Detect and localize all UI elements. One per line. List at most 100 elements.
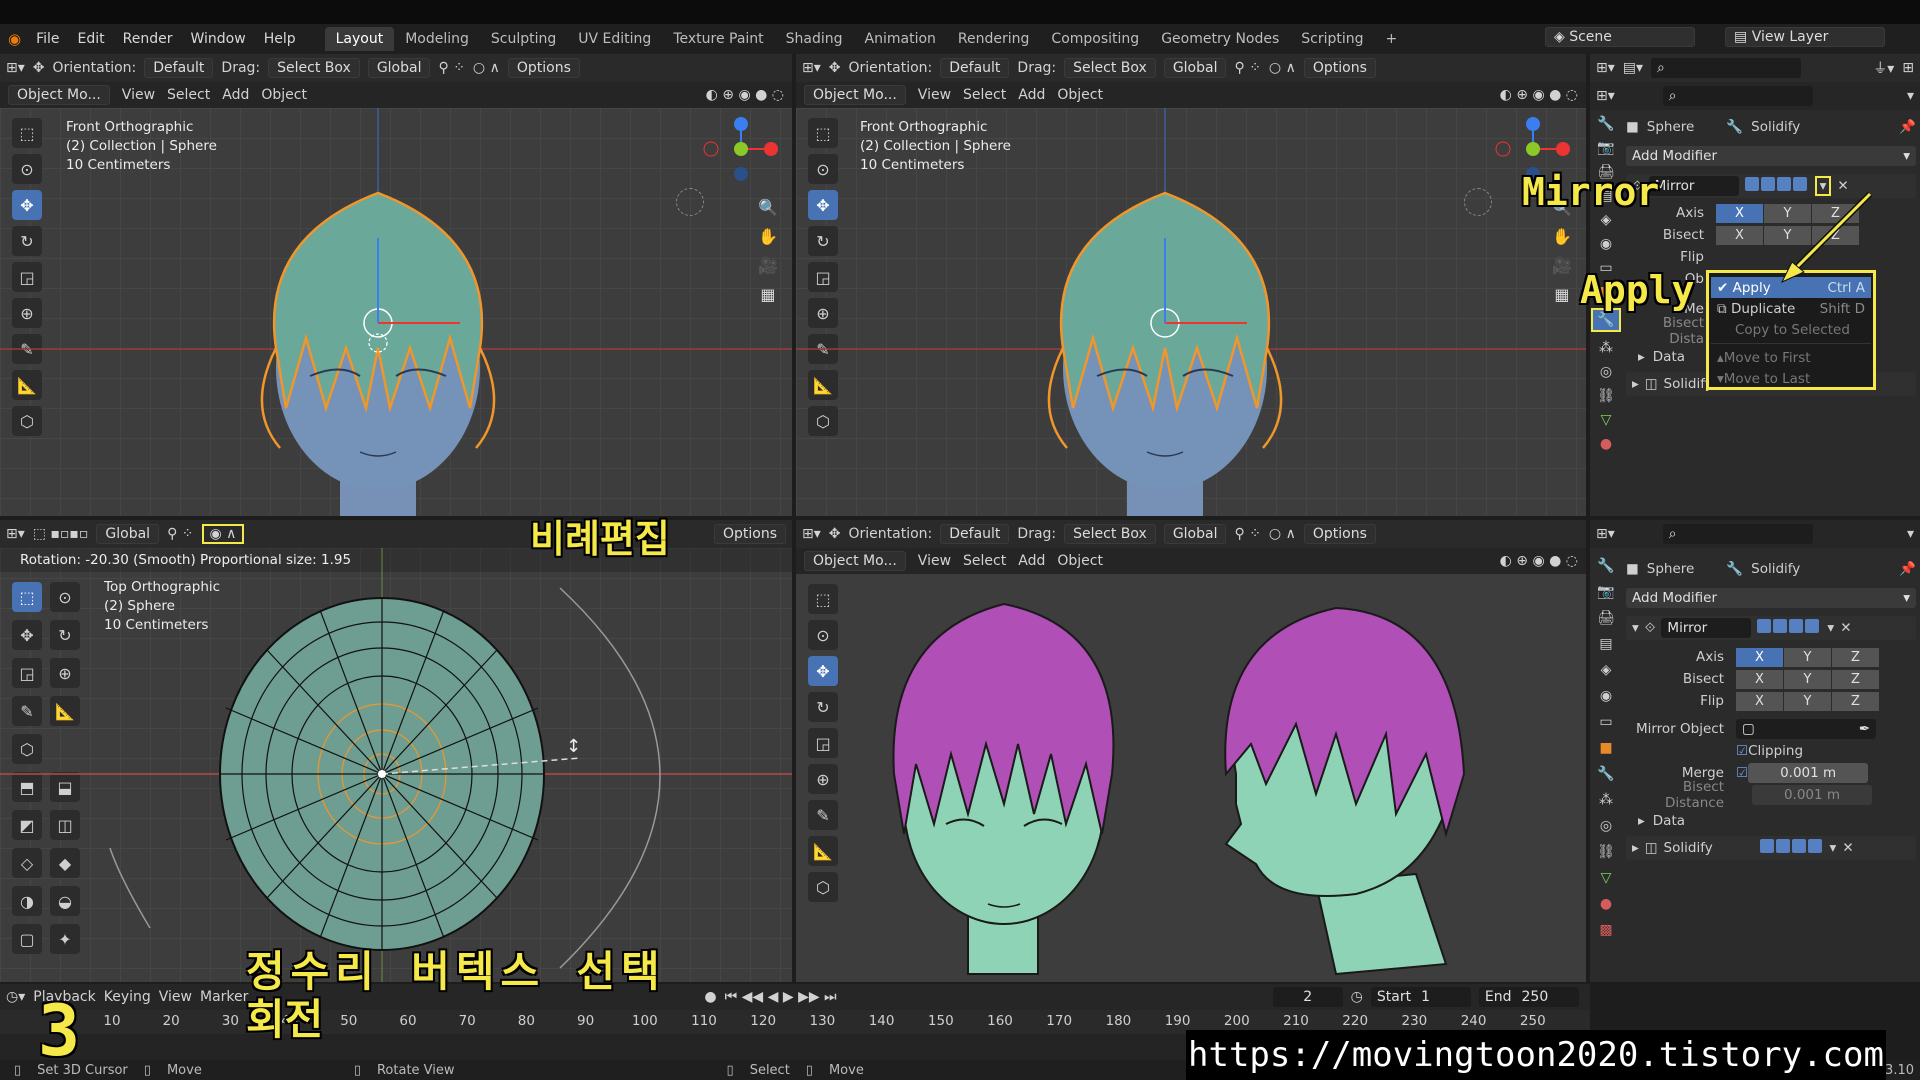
modifier-toggle-icons[interactable] — [1757, 619, 1821, 637]
clock-icon[interactable]: ◷ — [1351, 989, 1363, 1005]
editor-type-icon[interactable]: ⊞▾ — [6, 526, 25, 542]
record-icon[interactable]: ● — [704, 989, 716, 1005]
viewport-canvas[interactable]: Front Orthographic (2) Collection | Spher… — [796, 108, 1586, 516]
merge-distance-field[interactable]: 0.001 m — [1748, 763, 1869, 783]
mirror-object-field[interactable]: ▢ ✒ — [1736, 719, 1876, 739]
add-modifier-button[interactable]: Add Modifier ▾ — [1626, 588, 1916, 608]
constraints-tab-icon[interactable]: ⛓ — [1597, 388, 1615, 404]
particles-tab-icon[interactable]: ⁂ — [1599, 792, 1613, 808]
menu-object[interactable]: Object — [1057, 553, 1103, 569]
editor-type-icon[interactable]: ⊞▾ — [802, 60, 821, 76]
world-tab-icon[interactable]: ◉ — [1600, 688, 1612, 704]
proportional-icon[interactable]: ○ ∧ — [1269, 526, 1296, 542]
menu-object[interactable]: Object — [1057, 87, 1103, 103]
pin-icon[interactable]: 📌 — [1899, 561, 1916, 577]
editor-type-icon[interactable]: ⊞▾ — [802, 526, 821, 542]
proportional-icon[interactable]: ○ ∧ — [473, 60, 500, 76]
bisect-y-toggle[interactable]: Y — [1784, 669, 1832, 689]
axis-z-toggle[interactable]: Z — [1832, 647, 1880, 667]
menu-view[interactable]: View — [122, 87, 155, 103]
add-workspace-icon[interactable]: + — [1375, 27, 1409, 51]
playback-controls[interactable]: ⏮ ◀◀ ◀ ▶ ▶▶ ⏭ — [725, 989, 837, 1005]
particles-tab-icon[interactable]: ⁂ — [1599, 340, 1613, 356]
tab-geometry-nodes[interactable]: Geometry Nodes — [1150, 27, 1290, 51]
shading-mode-icons[interactable]: ◐ ⊕ ◉ ● ◌ — [706, 87, 784, 103]
select-mode-icons[interactable]: ⬚ ▪▫▪▫ — [33, 526, 89, 542]
viewport-bottom-right[interactable]: ⊞▾ ✥ Orientation: Default Drag: Select B… — [796, 520, 1586, 982]
viewport-canvas[interactable]: Front Orthographic (2) Collection | Spher… — [0, 108, 792, 516]
options-button[interactable]: Options — [713, 524, 786, 544]
tab-animation[interactable]: Animation — [854, 27, 947, 51]
drag-dropdown[interactable]: Select Box — [1064, 524, 1156, 544]
chevron-down-icon[interactable]: ▾ — [1827, 620, 1834, 636]
physics-tab-icon[interactable]: ◎ — [1600, 364, 1612, 380]
view-layer-tab-icon[interactable]: ▤ — [1599, 636, 1612, 652]
constraints-tab-icon[interactable]: ⛓ — [1597, 844, 1615, 860]
world-tab-icon[interactable]: ◉ — [1600, 236, 1612, 252]
chevron-right-icon[interactable]: ▸ — [1632, 376, 1639, 392]
data-subpanel[interactable]: Data — [1653, 813, 1685, 829]
editor-type-icon[interactable]: ◷▾ — [6, 989, 25, 1005]
menu-view[interactable]: View — [918, 87, 951, 103]
menu-add[interactable]: Add — [1018, 553, 1045, 569]
mirror-name-field[interactable]: Mirror — [1661, 618, 1752, 638]
search-icon[interactable]: ⌕ — [1662, 524, 1813, 544]
camera-icon[interactable]: 🎥 — [758, 256, 778, 275]
clipping-checkbox[interactable]: ☑ — [1736, 743, 1748, 759]
scene-tab-icon[interactable]: ◈ — [1601, 662, 1612, 678]
close-icon[interactable]: ✕ — [1842, 840, 1853, 856]
shading-mode-icons[interactable]: ◐ ⊕ ◉ ● ◌ — [1500, 553, 1578, 569]
filter-icon[interactable]: ⏚▾ — [1873, 58, 1894, 78]
orientation-dropdown[interactable]: Default — [144, 58, 214, 78]
viewport-top-right[interactable]: ⊞▾ ✥ Orientation: Default Drag: Select B… — [796, 54, 1586, 516]
material-tab-icon[interactable]: ● — [1600, 896, 1612, 912]
axis-x-toggle[interactable]: X — [1736, 647, 1784, 667]
menu-help[interactable]: Help — [255, 31, 305, 47]
modifier-toggle-icons[interactable] — [1759, 839, 1824, 857]
menu-view[interactable]: View — [159, 989, 192, 1005]
data-tab-icon[interactable]: ▽ — [1601, 870, 1612, 886]
chevron-right-icon[interactable]: ▸ — [1632, 840, 1639, 856]
snap-icon[interactable]: ⚲ ⁘ — [167, 526, 193, 542]
drag-dropdown[interactable]: Select Box — [1064, 58, 1156, 78]
tab-scripting[interactable]: Scripting — [1290, 27, 1374, 51]
transform-dropdown[interactable]: Global — [1163, 58, 1227, 78]
scene-tab-icon[interactable]: ◈ — [1601, 212, 1612, 228]
render-tab-icon[interactable]: 📷 — [1597, 140, 1614, 156]
menu-render[interactable]: Render — [114, 31, 182, 47]
menu-add[interactable]: Add — [1018, 87, 1045, 103]
menu-item-move-to-last[interactable]: ▾ Move to Last — [1711, 368, 1871, 389]
modifier-tab-icon[interactable]: 🔧 — [1597, 766, 1614, 782]
menu-marker[interactable]: Marker — [200, 989, 248, 1005]
editor-type-icon[interactable]: ⊞▾ — [1596, 88, 1615, 104]
tab-modeling[interactable]: Modeling — [394, 27, 480, 51]
bisect-x-toggle[interactable]: X — [1736, 669, 1784, 689]
shading-mode-icons[interactable]: ◐ ⊕ ◉ ● ◌ — [1500, 87, 1578, 103]
solidify-name[interactable]: Solidify — [1664, 840, 1754, 856]
chevron-down-icon[interactable]: ▾ — [1830, 840, 1837, 856]
material-tab-icon[interactable]: ● — [1600, 436, 1612, 452]
tab-compositing[interactable]: Compositing — [1040, 27, 1150, 51]
options-button[interactable]: Options — [507, 58, 580, 78]
output-tab-icon[interactable]: 🖨 — [1597, 610, 1615, 626]
object-tab-icon[interactable]: ■ — [1599, 740, 1612, 756]
navigation-gizmo[interactable] — [696, 114, 786, 184]
tool-tab-icon[interactable]: 🔧 — [1597, 116, 1614, 132]
tab-texture-paint[interactable]: Texture Paint — [662, 27, 774, 51]
proportional-editing-toggle[interactable]: ◉ ∧ — [201, 524, 245, 544]
transform-dropdown[interactable]: Global — [96, 524, 160, 544]
snap-icon[interactable]: ⚲ ⁘ — [438, 60, 464, 76]
collapse-icon[interactable]: ▾ — [1907, 88, 1914, 104]
tab-sculpting[interactable]: Sculpting — [480, 27, 567, 51]
flip-z-toggle[interactable]: Z — [1832, 691, 1880, 711]
tab-layout[interactable]: Layout — [324, 27, 395, 51]
pan-hand-icon[interactable]: ✋ — [1552, 227, 1572, 246]
snap-icon[interactable]: ⚲ ⁘ — [1234, 526, 1260, 542]
transform-dropdown[interactable]: Global — [367, 58, 431, 78]
transform-dropdown[interactable]: Global — [1163, 524, 1227, 544]
editor-type-icon[interactable]: ⊞▾ — [6, 60, 25, 76]
end-frame-field[interactable]: End 250 — [1478, 987, 1579, 1007]
tab-rendering[interactable]: Rendering — [947, 27, 1041, 51]
menu-object[interactable]: Object — [261, 87, 307, 103]
chevron-down-icon[interactable]: ▾ — [1632, 620, 1639, 636]
